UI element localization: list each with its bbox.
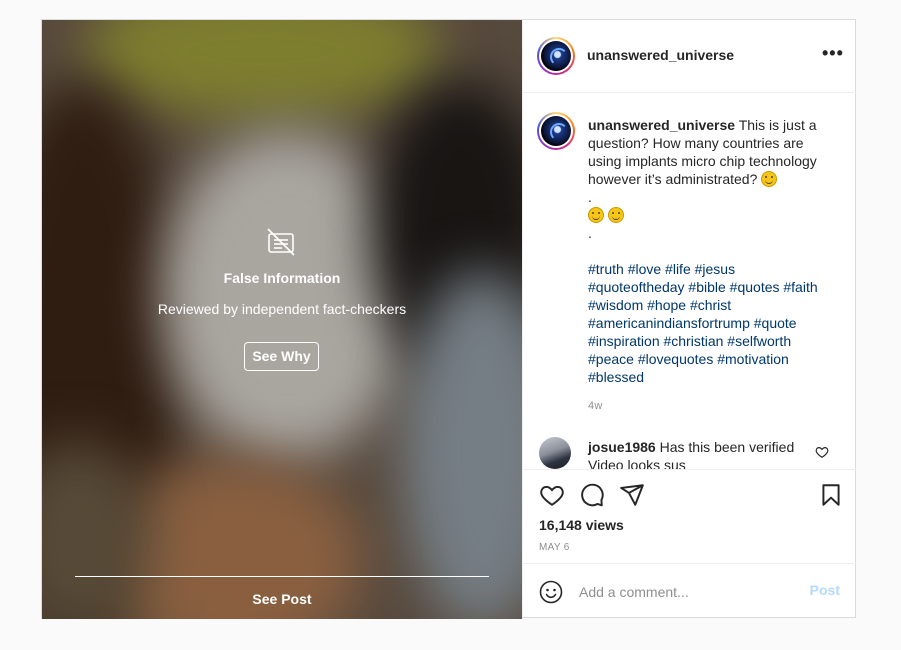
bookmark-icon[interactable] [818,482,844,508]
caption-avatar[interactable] [537,112,575,150]
caption-dot: . [588,225,592,241]
post-comment-button[interactable]: Post [810,582,840,598]
post-header: unanswered_universe ••• [523,20,856,93]
comment: josue1986 Has this been verified Video l… [588,438,808,469]
post-media: False Information Reviewed by independen… [42,20,522,619]
smile-emoji-icon [607,207,624,223]
comment-input[interactable] [579,578,799,606]
header-username[interactable]: unanswered_universe [587,47,734,63]
media-overlay [42,20,522,619]
post-sidebar: unanswered_universe ••• unanswered_unive… [522,20,856,617]
comment-username[interactable]: josue1986 [588,439,656,455]
share-icon[interactable] [619,482,645,508]
heart-icon[interactable] [539,482,565,508]
emoji-picker-icon[interactable] [539,580,563,604]
caption-username[interactable]: unanswered_universe [588,117,735,133]
more-options-icon[interactable]: ••• [822,44,843,65]
caption-time-ago[interactable]: 4w [588,400,602,412]
post-date[interactable]: MAY 6 [539,542,570,553]
comment-avatar[interactable] [539,437,571,469]
comment-icon[interactable] [579,482,605,508]
see-post-button[interactable]: See Post [42,591,522,607]
false-information-icon [267,228,295,256]
smile-emoji-icon [588,207,604,223]
false-information-title: False Information [223,270,341,286]
caption-hashtags[interactable]: #truth #love #life #jesus #quoteoftheday… [588,261,818,385]
add-comment-bar: Post [523,563,856,618]
comment-like-heart-icon[interactable] [815,445,829,459]
grinning-emoji-icon [761,171,778,187]
view-count[interactable]: 16,148 views [539,517,624,533]
see-why-button[interactable]: See Why [244,342,319,371]
avatar[interactable] [537,37,575,75]
comments-section[interactable]: unanswered_universe This is just a quest… [523,93,856,469]
post-actions: 16,148 views MAY 6 [523,469,856,564]
caption: unanswered_universe This is just a quest… [588,116,833,386]
fact-check-subtitle: Reviewed by independent fact-checkers [157,301,407,317]
media-divider [75,576,489,577]
caption-dot: . [588,189,592,205]
post-card: False Information Reviewed by independen… [41,19,856,619]
